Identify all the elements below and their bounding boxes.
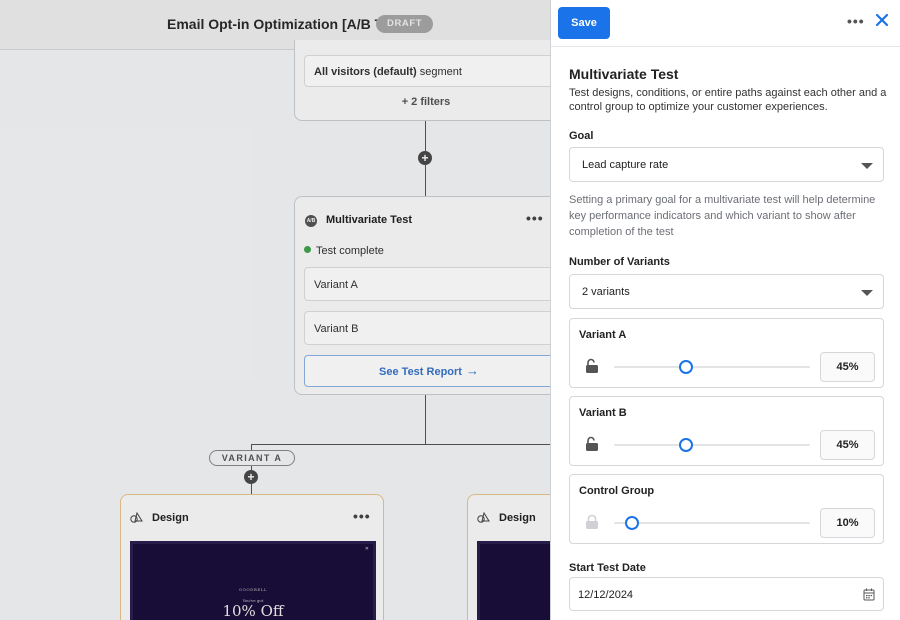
allocation-name: Control Group — [579, 485, 655, 497]
segment-suffix: segment — [419, 66, 462, 78]
design-card-label: Design — [152, 512, 189, 524]
segment-name: All visitors (default) — [314, 66, 417, 78]
allocation-slider[interactable] — [614, 360, 810, 374]
panel-title: Multivariate Test — [569, 66, 679, 82]
slider-thumb[interactable] — [624, 516, 639, 530]
add-step-icon[interactable]: + — [418, 151, 432, 165]
arrow-right-icon: → — [465, 363, 479, 378]
variant-row-b[interactable]: Variant B — [304, 311, 550, 345]
slider-thumb[interactable] — [679, 360, 694, 374]
save-button[interactable]: Save — [558, 7, 610, 39]
design-card-label: Design — [499, 512, 536, 524]
allocation-percent[interactable]: 10% — [820, 508, 875, 538]
calendar-icon[interactable] — [863, 588, 875, 601]
goal-select[interactable]: Lead capture rate — [569, 147, 884, 182]
panel-header: Save ••• — [551, 0, 900, 47]
goal-select-value: Lead capture rate — [582, 159, 669, 171]
settings-panel: Save ••• Multivariate Test Test designs,… — [550, 0, 900, 620]
design-card[interactable]: Design ••• ✕ GOODBELL You've got 10% Off — [120, 494, 384, 620]
chevron-down-icon — [861, 290, 873, 296]
start-date-value: 12/12/2024 — [578, 589, 634, 601]
ab-test-icon: A/B — [305, 215, 317, 227]
allocation-variant-b: Variant B 45% — [569, 396, 884, 466]
test-status-text: Test complete — [316, 245, 384, 257]
preview-brand: GOODBELL — [238, 587, 268, 592]
allocation-slider[interactable] — [614, 516, 810, 530]
journey-title: Email Opt-in Optimization [A/B Test] — [167, 16, 408, 32]
allocation-name: Variant B — [579, 407, 627, 419]
variants-count-value: 2 variants — [582, 286, 630, 298]
allocation-control-group: Control Group 10% — [569, 474, 884, 544]
lock-icon[interactable] — [585, 514, 599, 529]
add-step-icon[interactable]: + — [244, 470, 258, 484]
close-icon[interactable] — [874, 12, 890, 28]
allocation-percent[interactable]: 45% — [820, 352, 875, 382]
unlock-icon[interactable] — [585, 358, 599, 373]
report-button-label: See Test Report — [379, 366, 462, 378]
status-badge: DRAFT — [376, 15, 434, 33]
journey-canvas: Email Opt-in Optimization [A/B Test] DRA… — [0, 0, 550, 620]
card-menu-icon[interactable]: ••• — [526, 210, 544, 226]
allocation-name: Variant A — [579, 329, 627, 341]
see-test-report-button[interactable]: See Test Report → — [304, 355, 550, 387]
filters-link[interactable]: + 2 filters — [295, 96, 550, 108]
unlock-icon[interactable] — [585, 436, 599, 451]
preview-close-icon: ✕ — [364, 546, 369, 552]
multivariate-card-title: Multivariate Test — [326, 214, 412, 226]
panel-description: Test designs, conditions, or entire path… — [569, 87, 887, 113]
segment-card[interactable]: All visitors (default) segment + 2 filte… — [294, 40, 550, 121]
variants-count-label: Number of Variants — [569, 256, 670, 268]
status-dot-icon — [304, 246, 311, 253]
segment-row[interactable]: All visitors (default) segment — [304, 55, 550, 87]
branch-label-variant-a: VARIANT A — [209, 450, 295, 466]
variant-row-a[interactable]: Variant A — [304, 267, 550, 301]
preview-offer: 10% Off — [222, 602, 284, 620]
branch-line — [251, 444, 550, 445]
shapes-icon — [477, 512, 490, 523]
design-preview — [477, 541, 550, 620]
start-date-input[interactable]: 12/12/2024 — [569, 577, 884, 611]
design-preview: ✕ GOODBELL You've got 10% Off — [130, 541, 376, 620]
card-menu-icon[interactable]: ••• — [353, 508, 371, 524]
more-options-icon[interactable]: ••• — [847, 13, 865, 29]
multivariate-test-card[interactable]: A/B Multivariate Test ••• Test complete … — [294, 196, 550, 395]
slider-thumb[interactable] — [679, 438, 694, 452]
connector-line — [425, 395, 426, 445]
allocation-slider[interactable] — [614, 438, 810, 452]
shapes-icon — [130, 512, 143, 523]
start-date-label: Start Test Date — [569, 562, 646, 574]
chevron-down-icon — [861, 163, 873, 169]
goal-label: Goal — [569, 130, 594, 142]
goal-hint: Setting a primary goal for a multivariat… — [569, 194, 876, 238]
allocation-variant-a: Variant A 45% — [569, 318, 884, 388]
variants-count-select[interactable]: 2 variants — [569, 274, 884, 309]
test-status: Test complete — [304, 245, 384, 257]
design-card[interactable]: Design — [467, 494, 550, 620]
allocation-percent[interactable]: 45% — [820, 430, 875, 460]
